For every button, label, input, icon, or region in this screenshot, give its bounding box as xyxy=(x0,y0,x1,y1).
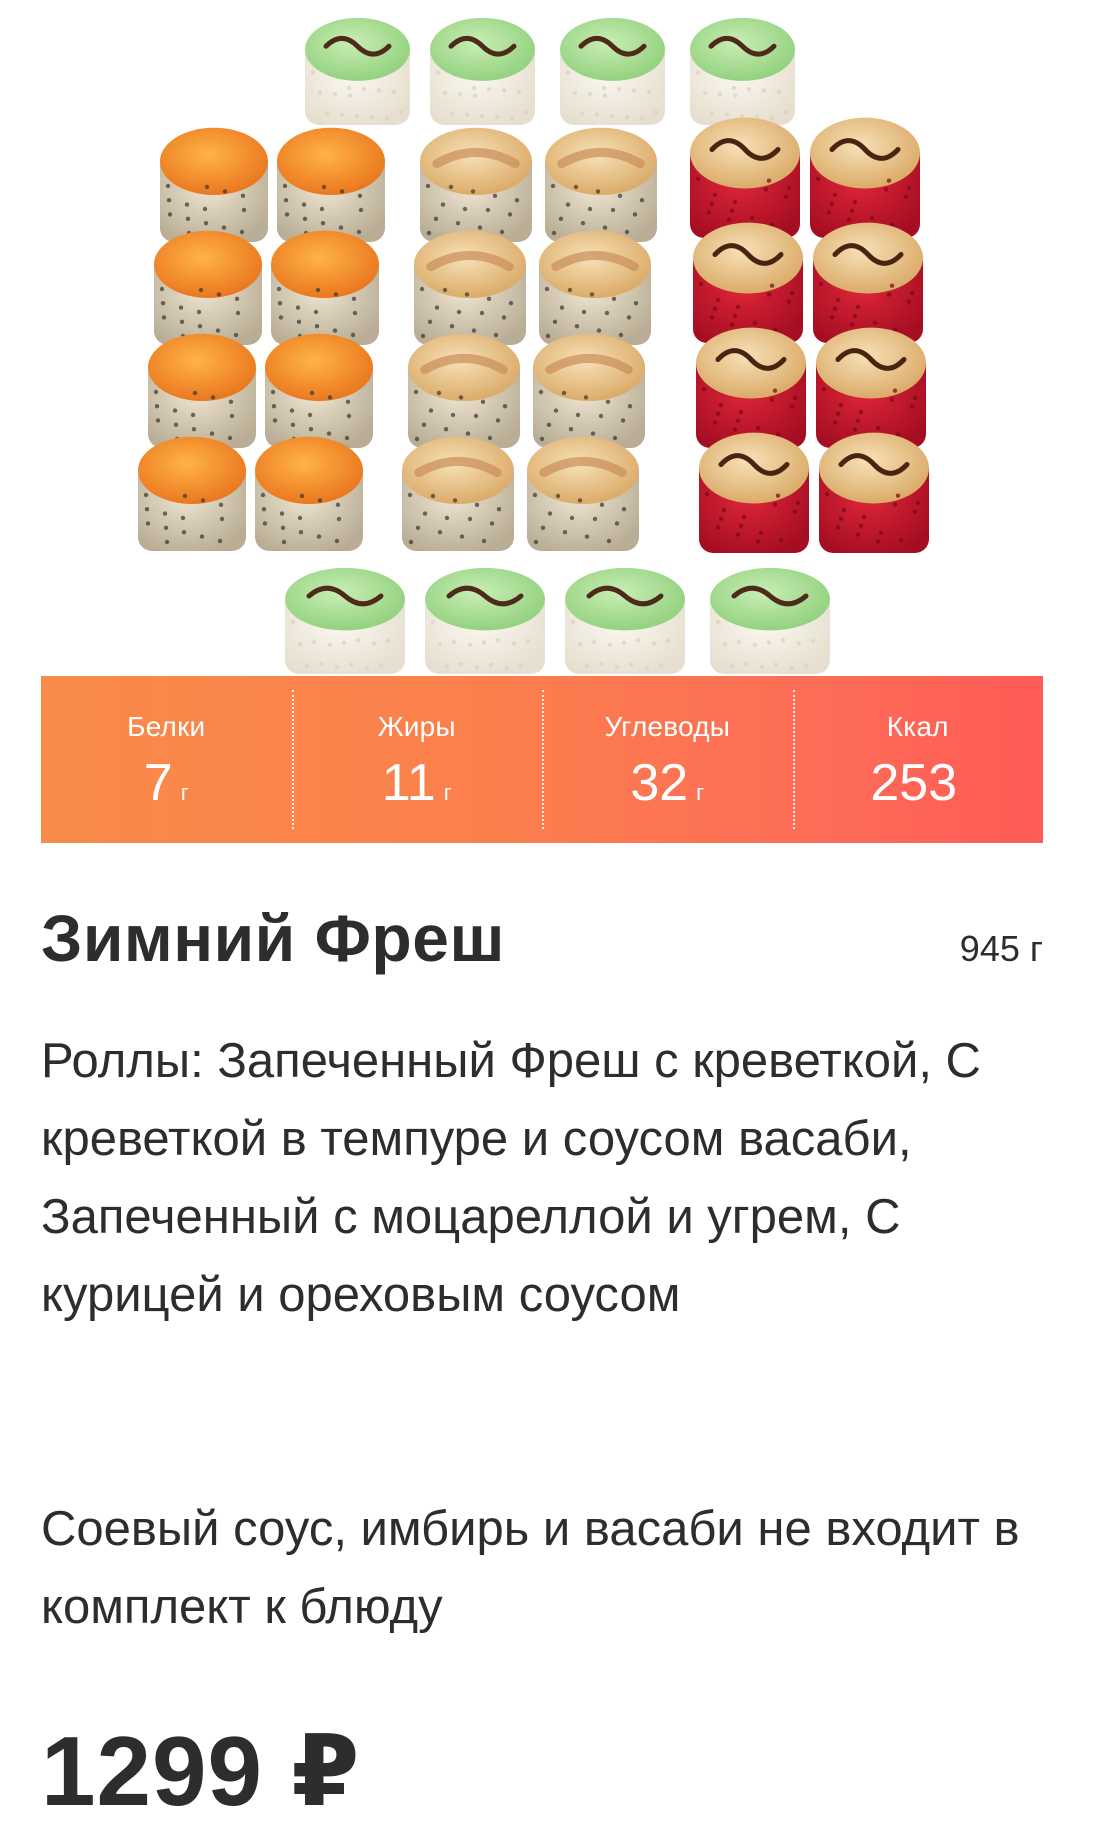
sushi-roll-3 xyxy=(560,17,665,125)
sushi-roll-9 xyxy=(148,333,256,448)
nutrition-value: 253 xyxy=(870,753,958,812)
sushi-roll-19 xyxy=(402,436,514,551)
sushi-roll-7 xyxy=(154,230,262,345)
sushi-roll-24 xyxy=(813,222,923,343)
nutrition-banner: Белки 7г Жиры 11 г Углеводы 32 г Ккал 253 xyxy=(41,676,1043,843)
nutrition-label: Жиры xyxy=(377,710,456,742)
sushi-roll-31 xyxy=(565,567,685,674)
product-note: Соевый соус, имбирь и васаби не входит в… xyxy=(41,1502,1020,1634)
sushi-roll-28 xyxy=(819,432,929,553)
sushi-roll-15 xyxy=(414,230,526,345)
sushi-roll-21 xyxy=(690,117,800,238)
sushi-roll-26 xyxy=(816,327,926,448)
product-price: 1299 ₽ xyxy=(41,1716,361,1826)
sushi-roll-17 xyxy=(408,333,520,448)
product-description: Роллы: Запеченный Фреш с креветкой, С кр… xyxy=(41,1034,981,1322)
product-title: Зимний Фреш xyxy=(41,901,505,975)
product-page: Белки 7г Жиры 11 г Углеводы 32 г Ккал 253 … xyxy=(0,0,1100,1845)
nutrition-value: 11 г xyxy=(381,753,452,812)
nutrition-carbs: Углеводы 32 г xyxy=(542,676,793,843)
product-image xyxy=(0,0,1100,676)
sushi-roll-30 xyxy=(425,567,545,674)
sushi-roll-18 xyxy=(533,333,645,448)
sushi-roll-8 xyxy=(271,230,379,345)
sushi-roll-11 xyxy=(138,436,246,551)
sushi-roll-14 xyxy=(545,127,657,242)
nutrition-label: Белки xyxy=(127,710,206,742)
sushi-roll-22 xyxy=(810,117,920,238)
sushi-roll-23 xyxy=(693,222,803,343)
nutrition-proteins: Белки 7г xyxy=(41,676,292,843)
sushi-roll-5 xyxy=(160,127,268,242)
sushi-roll-27 xyxy=(699,432,809,553)
sushi-roll-12 xyxy=(255,436,363,551)
nutrition-value: 7г xyxy=(143,753,189,812)
sushi-roll-4 xyxy=(690,17,795,125)
sushi-roll-10 xyxy=(265,333,373,448)
product-weight: 945 г xyxy=(959,928,1043,969)
nutrition-calories: Ккал 253 xyxy=(792,676,1044,843)
nutrition-value: 32 г xyxy=(630,753,705,812)
sushi-roll-25 xyxy=(696,327,806,448)
sushi-roll-32 xyxy=(710,567,830,674)
sushi-roll-1 xyxy=(305,17,410,125)
nutrition-fats: Жиры 11 г xyxy=(291,676,543,843)
sushi-roll-20 xyxy=(527,436,639,551)
title-row: Зимний Фреш 945 г xyxy=(41,900,1043,976)
nutrition-label: Ккал xyxy=(886,710,949,742)
sushi-roll-16 xyxy=(539,230,651,345)
sushi-roll-29 xyxy=(285,567,405,674)
sushi-roll-2 xyxy=(430,17,535,125)
sushi-roll-13 xyxy=(420,127,532,242)
nutrition-label: Углеводы xyxy=(604,710,731,742)
sushi-roll-6 xyxy=(277,127,385,242)
